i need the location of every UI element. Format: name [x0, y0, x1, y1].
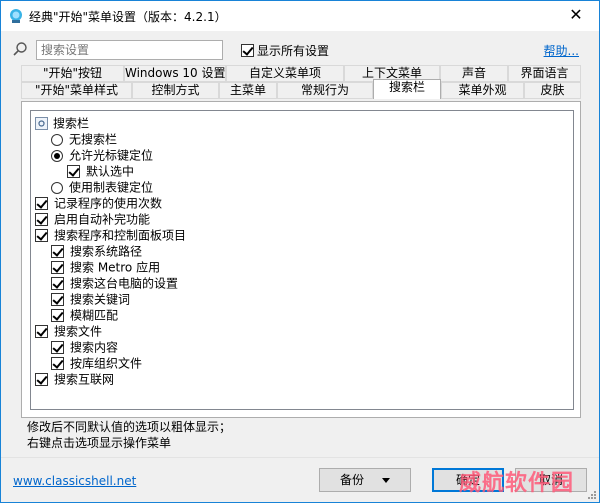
checkbox-fuzzy-match[interactable]	[51, 309, 64, 322]
tree-item[interactable]: 搜索系统路径	[51, 243, 142, 259]
checkbox-search-settings[interactable]	[51, 277, 64, 290]
tree-item[interactable]: 记录程序的使用次数	[35, 195, 162, 211]
radio-no-search-box[interactable]	[51, 133, 63, 146]
tree-item-label: 搜索 Metro 应用	[70, 260, 161, 275]
tree-item[interactable]: 默认选中	[67, 163, 134, 179]
close-button[interactable]: ✕	[553, 1, 599, 31]
search-icon	[13, 42, 27, 56]
tree-item-label: 记录程序的使用次数	[54, 196, 163, 211]
tree-item-label: 使用制表键定位	[69, 180, 154, 195]
tab-menu-look[interactable]: 菜单外观	[441, 82, 524, 99]
tree-item-label: 启用自动补完功能	[54, 212, 151, 227]
show-all-settings-checkbox[interactable]: 显示所有设置	[241, 42, 329, 59]
checkbox-search-keywords[interactable]	[51, 293, 64, 306]
tree-item-label: 允许光标键定位	[69, 148, 154, 163]
tab-panel: 搜索栏 无搜索栏 允许光标键定位 默认选中 使用制表键定位 记录程序的使用次数 …	[21, 101, 581, 418]
tree-item[interactable]: 搜索程序和控制面板项目	[35, 227, 186, 243]
help-link[interactable]: 帮助...	[544, 42, 579, 59]
tree-item-label: 按库组织文件	[70, 356, 143, 371]
checkbox-autocomplete[interactable]	[35, 213, 48, 226]
website-link[interactable]: www.classicshell.net	[13, 474, 136, 488]
tree-group-search-box[interactable]: 搜索栏	[35, 115, 89, 131]
tree-item-label: 默认选中	[86, 164, 135, 179]
tab-main-menu[interactable]: 主菜单	[219, 82, 277, 99]
tab-sound[interactable]: 声音	[440, 65, 508, 82]
classic-shell-icon	[10, 9, 22, 23]
tab-search-box[interactable]: 搜索栏	[373, 79, 441, 99]
checkbox-search-path[interactable]	[51, 245, 64, 258]
tab-custom-menu-items[interactable]: 自定义菜单项	[226, 65, 344, 82]
tab-windows10-settings[interactable]: Windows 10 设置	[124, 65, 226, 82]
checkbox-search-internet[interactable]	[35, 373, 48, 386]
tree-item-label: 搜索互联网	[54, 372, 115, 387]
tree-item[interactable]: 搜索关键词	[51, 291, 130, 307]
tree-item-label: 模糊匹配	[70, 308, 119, 323]
title-bar: 经典"开始"菜单设置（版本：4.2.1） ✕	[1, 1, 599, 31]
checkbox-search-metro[interactable]	[51, 261, 64, 274]
watermark: 威航软件园	[459, 471, 575, 496]
tab-controls[interactable]: 控制方式	[132, 82, 219, 99]
tree-item[interactable]: 使用制表键定位	[51, 179, 153, 195]
group-label: 搜索栏	[53, 116, 90, 131]
checkbox-group-by-library[interactable]	[51, 357, 64, 370]
radio-tab-key[interactable]	[51, 181, 63, 194]
tree-item[interactable]: 搜索 Metro 应用	[51, 259, 160, 275]
search-input[interactable]: 搜索设置	[36, 40, 223, 60]
tree-item[interactable]: 搜索内容	[51, 339, 118, 355]
show-all-label: 显示所有设置	[257, 44, 330, 58]
checkbox-select-default[interactable]	[67, 165, 80, 178]
tree-item-label: 无搜索栏	[69, 132, 118, 147]
info-line-right-click-hint: 右键点击选项显示操作菜单	[27, 436, 172, 450]
tree-item[interactable]: 搜索文件	[35, 323, 102, 339]
tab-strip: "开始"按钮 Windows 10 设置 自定义菜单项 上下文菜单 声音 界面语…	[21, 65, 581, 101]
tree-item-label: 搜索关键词	[70, 292, 131, 307]
tree-item-label: 搜索这台电脑的设置	[70, 276, 179, 291]
tree-item[interactable]: 模糊匹配	[51, 307, 118, 323]
checkbox-search-programs[interactable]	[35, 229, 48, 242]
tree-item-label: 搜索程序和控制面板项目	[54, 228, 187, 243]
tree-item[interactable]: 搜索互联网	[35, 371, 114, 387]
footer-divider	[1, 457, 599, 458]
tab-language[interactable]: 界面语言	[508, 65, 581, 82]
settings-group-icon	[35, 117, 48, 130]
chevron-down-icon	[382, 478, 390, 483]
search-row: 搜索设置 显示所有设置 帮助...	[1, 37, 599, 63]
checkbox-track-usage[interactable]	[35, 197, 48, 210]
tab-skin[interactable]: 皮肤	[524, 82, 581, 99]
tree-item[interactable]: 无搜索栏	[51, 131, 117, 147]
tree-item-label: 搜索内容	[70, 340, 119, 355]
radio-arrow-keys[interactable]	[51, 149, 63, 162]
tab-general-behavior[interactable]: 常规行为	[277, 82, 373, 99]
tree-item[interactable]: 启用自动补完功能	[35, 211, 150, 227]
settings-tree[interactable]: 搜索栏 无搜索栏 允许光标键定位 默认选中 使用制表键定位 记录程序的使用次数 …	[30, 110, 574, 410]
info-line-bold-hint: 修改后不同默认值的选项以粗体显示；	[27, 420, 232, 434]
window-title: 经典"开始"菜单设置（版本：4.2.1）	[29, 10, 227, 24]
resize-grip-icon[interactable]	[587, 490, 597, 500]
tree-item-label: 搜索文件	[54, 324, 103, 339]
tree-item[interactable]: 按库组织文件	[51, 355, 142, 371]
tab-start-button[interactable]: "开始"按钮	[21, 65, 124, 82]
info-text: 修改后不同默认值的选项以粗体显示； 右键点击选项显示操作菜单	[27, 419, 231, 451]
tree-item-label: 搜索系统路径	[70, 244, 143, 259]
settings-window: 经典"开始"菜单设置（版本：4.2.1） ✕ 搜索设置 显示所有设置 帮助...…	[0, 0, 600, 503]
tab-start-menu-style[interactable]: "开始"菜单样式	[21, 82, 132, 99]
backup-button[interactable]: 备份	[319, 468, 411, 492]
checkbox-search-files[interactable]	[35, 325, 48, 338]
checkbox-search-contents[interactable]	[51, 341, 64, 354]
tree-item[interactable]: 允许光标键定位	[51, 147, 153, 163]
backup-label: 备份	[339, 473, 364, 487]
show-all-check[interactable]	[241, 44, 254, 57]
tree-item[interactable]: 搜索这台电脑的设置	[51, 275, 178, 291]
